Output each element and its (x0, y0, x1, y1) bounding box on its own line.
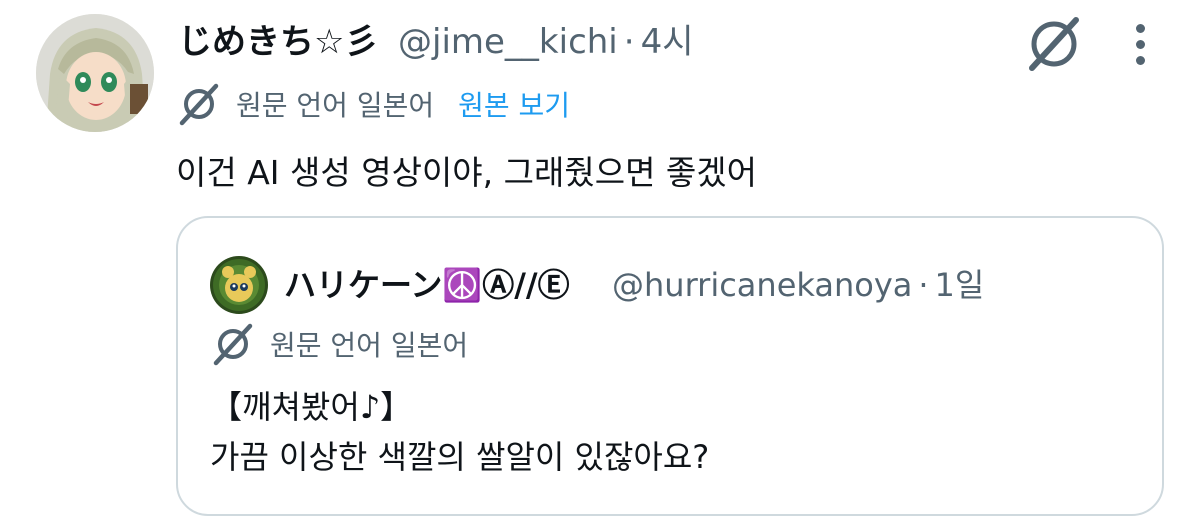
more-dot (1135, 23, 1145, 33)
separator-dot: · (623, 22, 635, 62)
quoted-tweet-text: 【깨쳐봤어♪】 가끔 이상한 색깔의 쌀알이 있잖아요? (210, 382, 709, 482)
author-avatar[interactable] (36, 14, 154, 132)
quoted-author-handle[interactable]: @hurricanekanoya (612, 266, 912, 304)
more-dot (1135, 55, 1145, 65)
quoted-author-meta: @hurricanekanoya · 1일 (612, 263, 984, 307)
translate-icon (210, 321, 256, 367)
quoted-text-line: 【깨쳐봤어♪】 (210, 388, 413, 426)
quoted-author-avatar[interactable] (210, 256, 268, 314)
quoted-avatar-illustration (210, 256, 268, 314)
author-handle[interactable]: @jime__kichi (398, 22, 618, 62)
separator-dot: · (918, 266, 929, 304)
translate-icon (176, 81, 222, 127)
quoted-author-name[interactable]: ハリケーン☮️Ⓐ//Ⓔ (284, 263, 570, 307)
quoted-tweet-time[interactable]: 1일 (935, 266, 985, 304)
quoted-translation-info: 원문 언어 일본어 (210, 320, 468, 368)
quoted-source-language: 원문 언어 일본어 (270, 329, 469, 362)
more-dot (1135, 39, 1145, 49)
author-meta: @jime__kichi · 4시 (398, 20, 694, 64)
avatar-illustration (36, 14, 154, 132)
author-name[interactable]: じめきち☆彡 (178, 20, 378, 64)
more-icon[interactable] (1124, 14, 1156, 74)
show-original-link[interactable]: 원본 보기 (458, 84, 570, 124)
tweet-text: 이건 AI 생성 영상이야, 그래줬으면 좋겠어 (176, 153, 758, 192)
quoted-text-line: 가끔 이상한 색깔의 쌀알이 있잖아요? (210, 438, 710, 476)
source-language: 원문 언어 일본어 (236, 89, 435, 122)
tweet-time[interactable]: 4시 (641, 22, 694, 62)
grok-icon[interactable] (1022, 12, 1086, 76)
translation-info: 원문 언어 일본어 원본 보기 (176, 80, 570, 128)
